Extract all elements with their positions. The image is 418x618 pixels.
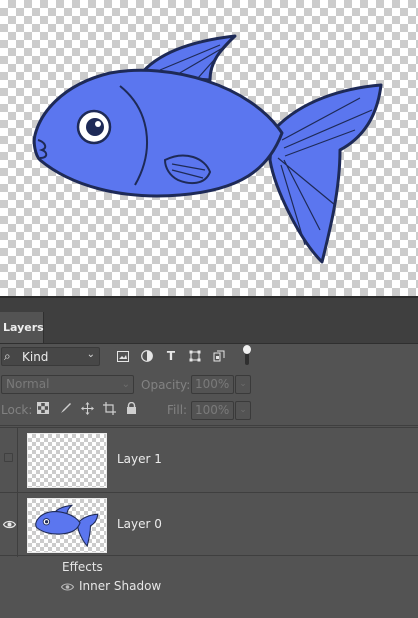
layer-name[interactable]: Layer 1 — [117, 452, 162, 466]
visibility-off-box — [4, 453, 13, 462]
opacity-slider-button[interactable]: ⌄ — [235, 375, 251, 394]
filter-toggle-track — [245, 353, 249, 365]
layer-name[interactable]: Layer 0 — [117, 517, 162, 531]
fish-thumbnail-artwork — [35, 504, 99, 547]
layer-visibility-toggle[interactable] — [0, 493, 18, 557]
lock-artboard-icon[interactable] — [103, 402, 116, 418]
kind-filter-label: Kind — [22, 350, 49, 364]
panel-tab-bar: Layers — [0, 298, 418, 344]
lock-position-icon[interactable] — [81, 402, 94, 418]
smart-object-filter-icon[interactable] — [212, 349, 226, 363]
lock-image-pixels-icon[interactable] — [60, 402, 72, 417]
tab-layers[interactable]: Layers — [0, 312, 44, 343]
lock-row: Lock: Fill: 100% ⌄ — [0, 397, 418, 426]
layer-row-layer-0[interactable]: Layer 0 — [0, 492, 418, 557]
adjustment-filter-icon[interactable] — [140, 349, 154, 363]
effect-inner-shadow[interactable]: Inner Shadow — [79, 579, 161, 593]
fill-label: Fill: — [167, 403, 188, 417]
blend-row: Normal ⌄ Opacity: 100% ⌄ — [0, 372, 418, 397]
blend-mode-select[interactable]: Normal ⌄ — [1, 375, 134, 394]
chevron-down-icon: ⌄ — [86, 349, 95, 360]
fill-slider-button[interactable]: ⌄ — [235, 401, 251, 420]
opacity-field[interactable]: 100% — [191, 375, 234, 394]
layer-visibility-toggle[interactable] — [0, 428, 18, 492]
fill-field[interactable]: 100% — [191, 401, 234, 420]
lock-label: Lock: — [1, 403, 33, 417]
layer-row-layer-1[interactable]: Layer 1 — [0, 427, 418, 492]
blend-mode-value: Normal — [6, 377, 50, 391]
fish-artwork — [32, 34, 383, 264]
chevron-down-icon: ⌄ — [121, 379, 130, 390]
search-icon: ⌕ — [4, 349, 11, 363]
type-filter-icon[interactable]: T — [164, 349, 178, 363]
kind-filter-select[interactable]: ⌕ Kind ⌄ — [1, 347, 100, 366]
eye-icon[interactable] — [61, 582, 74, 592]
lock-transparent-pixels-icon[interactable] — [37, 402, 49, 417]
filter-toggle[interactable] — [243, 345, 251, 367]
lock-all-icon[interactable] — [126, 401, 137, 417]
eye-icon — [3, 520, 16, 529]
document-canvas[interactable] — [0, 0, 418, 296]
filter-row: ⌕ Kind ⌄ T — [0, 344, 418, 372]
image-filter-icon[interactable] — [116, 349, 130, 363]
layers-panel: Layers ⌕ Kind ⌄ T Normal ⌄ Opacity: 100%… — [0, 298, 418, 618]
opacity-label: Opacity: — [141, 378, 191, 392]
layer-thumbnail — [27, 498, 107, 553]
layer-effects-label[interactable]: Effects — [62, 560, 103, 574]
shape-filter-icon[interactable] — [188, 349, 202, 363]
layer-thumbnail — [27, 433, 107, 488]
filter-toggle-knob — [243, 345, 251, 354]
